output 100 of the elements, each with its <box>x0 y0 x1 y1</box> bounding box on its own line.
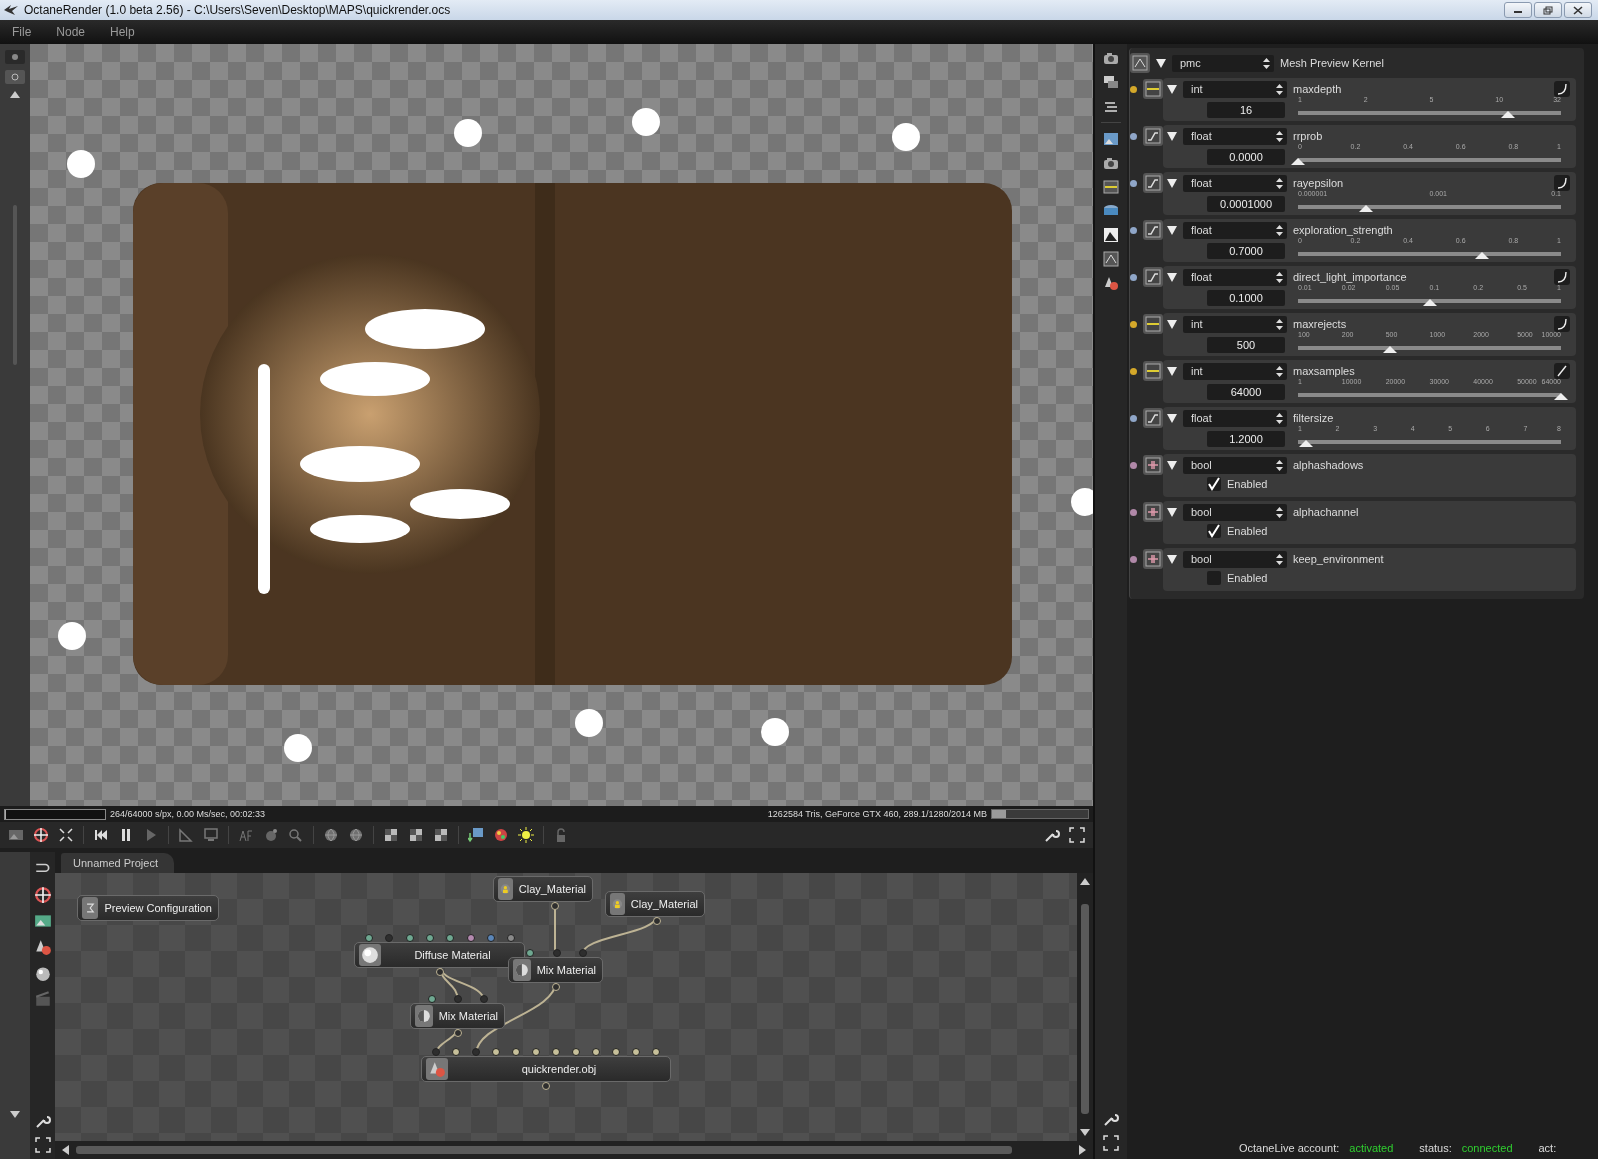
type-select[interactable]: int <box>1183 315 1287 333</box>
view-button[interactable] <box>5 50 25 64</box>
type-button[interactable] <box>1143 408 1163 428</box>
target-icon[interactable] <box>33 827 49 843</box>
type-select[interactable]: int <box>1183 80 1287 98</box>
project-tab[interactable]: Unnamed Project <box>61 852 174 873</box>
collapse-triangle-icon[interactable] <box>1167 554 1177 564</box>
monitor-icon[interactable] <box>203 827 219 843</box>
slider-thumb[interactable] <box>1422 299 1437 306</box>
port-dot[interactable] <box>532 1047 540 1056</box>
restore-button[interactable] <box>1534 2 1562 18</box>
collapse-triangle-icon[interactable] <box>1167 460 1177 470</box>
kernel-select[interactable]: pmc <box>1172 54 1274 72</box>
type-button[interactable] <box>1143 361 1163 381</box>
value-field[interactable]: 0.0000 <box>1207 149 1285 165</box>
graph-node[interactable]: Clay_Material <box>605 890 705 917</box>
value-field[interactable]: 0.7000 <box>1207 243 1285 259</box>
value-field[interactable]: 64000 <box>1207 384 1285 400</box>
globe-icon[interactable] <box>323 827 339 843</box>
port-dot[interactable] <box>446 933 455 942</box>
scroll-up-icon[interactable] <box>9 90 21 99</box>
value-field[interactable]: 16 <box>1207 102 1285 118</box>
port-dot[interactable] <box>405 933 414 942</box>
value-field[interactable]: 1.2000 <box>1207 431 1285 447</box>
collapse-triangle-icon[interactable] <box>1167 178 1177 188</box>
collapse-triangle-icon[interactable] <box>1167 366 1177 376</box>
download-icon[interactable] <box>468 827 484 843</box>
globe-icon[interactable] <box>348 827 364 843</box>
port-dot[interactable] <box>472 1047 480 1056</box>
type-button[interactable] <box>1143 173 1163 193</box>
port-dot[interactable] <box>452 1047 460 1056</box>
type-button[interactable] <box>1143 267 1163 287</box>
port-dot[interactable] <box>652 1047 660 1056</box>
slider-thumb[interactable] <box>1383 346 1398 353</box>
curve-button[interactable] <box>1554 269 1570 285</box>
type-select[interactable]: float <box>1183 174 1287 192</box>
port-dot[interactable] <box>432 1047 440 1056</box>
scroll-right-icon[interactable] <box>1078 1143 1087 1156</box>
port-dot[interactable] <box>428 994 436 1003</box>
port-dot[interactable] <box>612 1047 620 1056</box>
checker-icon[interactable] <box>433 827 449 843</box>
checkbox[interactable] <box>1207 524 1221 538</box>
type-select[interactable]: float <box>1183 268 1287 286</box>
scroll-up-icon[interactable] <box>1079 876 1091 886</box>
palette-icon[interactable] <box>493 827 509 843</box>
collapse-triangle-icon[interactable] <box>1167 84 1177 94</box>
menu-item[interactable]: Help <box>110 25 135 39</box>
graph-node[interactable]: quickrender.obj <box>421 1055 671 1082</box>
wrench-icon[interactable] <box>1044 827 1060 843</box>
fullscreen-icon[interactable] <box>1103 1135 1119 1151</box>
collapse-triangle-icon[interactable] <box>1167 272 1177 282</box>
bar-icon[interactable] <box>1103 179 1119 195</box>
checker-icon[interactable] <box>408 827 424 843</box>
graph-node[interactable]: Mix Material <box>508 956 603 983</box>
port-dot[interactable] <box>526 948 534 957</box>
port-dot[interactable] <box>436 967 444 976</box>
port-dot[interactable] <box>486 933 495 942</box>
view-button[interactable] <box>5 70 25 84</box>
type-select[interactable]: int <box>1183 362 1287 380</box>
port-dot[interactable] <box>365 933 373 942</box>
camera-icon[interactable] <box>1103 155 1119 171</box>
slider-thumb[interactable] <box>1475 252 1490 259</box>
collapse-triangle-icon[interactable] <box>1167 225 1177 235</box>
sphere-icon[interactable] <box>33 964 52 982</box>
skip-back-icon[interactable] <box>93 827 109 843</box>
port-dot[interactable] <box>572 1047 580 1056</box>
shape-icon[interactable] <box>33 938 52 956</box>
type-select[interactable]: float <box>1183 127 1287 145</box>
port-dot[interactable] <box>507 933 516 942</box>
collapse-triangle-icon[interactable] <box>1167 131 1177 141</box>
type-button[interactable] <box>1143 314 1163 334</box>
type-button[interactable] <box>1143 79 1163 99</box>
magnifier-icon[interactable] <box>288 827 304 843</box>
port-dot[interactable] <box>492 1047 500 1056</box>
slider-thumb[interactable] <box>1359 205 1374 212</box>
checkbox[interactable] <box>1207 571 1221 585</box>
line-button[interactable] <box>1554 363 1570 379</box>
port-dot[interactable] <box>425 933 434 942</box>
type-button[interactable] <box>1143 126 1163 146</box>
camera-icon[interactable] <box>1103 50 1119 66</box>
graph-node[interactable]: Mix Material <box>410 1002 505 1029</box>
scroll-down-icon[interactable] <box>9 1110 21 1119</box>
collapse-triangle-icon[interactable] <box>1167 413 1177 423</box>
port-dot[interactable] <box>466 933 475 942</box>
image-icon[interactable] <box>33 912 52 930</box>
curve-button[interactable] <box>1554 175 1570 191</box>
minimize-button[interactable] <box>1504 2 1532 18</box>
curve-button[interactable] <box>1554 316 1570 332</box>
mountain-icon[interactable] <box>1103 227 1119 243</box>
fullscreen-icon[interactable] <box>34 1137 51 1153</box>
port-dot[interactable] <box>551 901 559 910</box>
type-select[interactable]: bool <box>1183 550 1287 568</box>
port-dot[interactable] <box>579 948 587 957</box>
menu-item[interactable]: Node <box>56 25 86 39</box>
image-icon[interactable] <box>8 827 24 843</box>
port-dot[interactable] <box>552 982 560 991</box>
collapse-triangle-icon[interactable] <box>1167 319 1177 329</box>
clapper-icon[interactable] <box>33 990 52 1008</box>
type-select[interactable]: bool <box>1183 456 1287 474</box>
scroll-down-icon[interactable] <box>1079 1127 1091 1137</box>
